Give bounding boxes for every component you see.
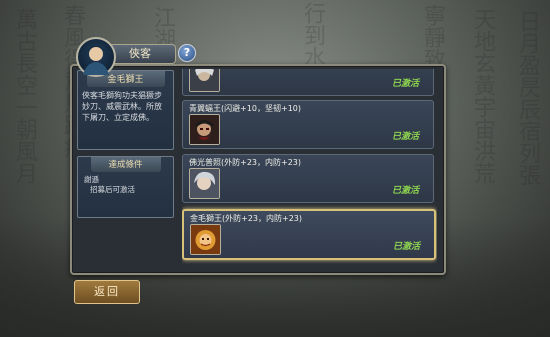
status-badge: 已激活 [391,186,419,196]
hero-face-icon [190,69,219,91]
hero-portrait-icon [83,46,109,75]
list-item[interactable]: 佛光普照(外防+23，内防+23) 已激活 [182,154,434,203]
bonus-label: 佛光普照(外防+23，内防+23) [189,158,302,167]
help-button[interactable]: ? [178,44,196,62]
status-badge: 已激活 [392,242,420,252]
status-badge: 已激活 [391,132,419,142]
hero-portrait [189,114,220,145]
hero-portrait [189,69,220,92]
condition-hero: 謝遜 [84,175,99,184]
conditions-box: 達成條件 謝遜 招募后可激活 [77,156,174,218]
bonus-label: 金毛獅王(外防+23，内防+23) [190,214,303,223]
list-item[interactable]: 已激活 [182,69,434,96]
hero-avatar [76,37,116,77]
collection-panel: 金毛獅王 俠客毛獅狗功夫猖獗步妙刀、威震武林。所放下屠刀、立定成佛。 達成條件 … [70,64,446,275]
title-box: 金毛獅王 俠客毛獅狗功夫猖獗步妙刀、威震武林。所放下屠刀、立定成佛。 [77,70,174,150]
bonus-list[interactable]: 已激活 青翼蝠王(闪避+10，坚韧+10) 已激活 佛光普照(外防+23，内防+… [182,69,437,269]
hero-face-icon [190,169,219,198]
hero-portrait [189,168,220,199]
status-badge: 已激活 [391,79,419,89]
list-item[interactable]: 青翼蝠王(闪避+10，坚韧+10) 已激活 [182,100,434,149]
back-button[interactable]: 返回 [74,280,140,304]
list-item[interactable]: 金毛獅王(外防+23，内防+23) 已激活 [182,209,436,260]
hero-face-icon [191,225,220,254]
set-description: 俠客毛獅狗功夫猖獗步妙刀、威震武林。所放下屠刀、立定成佛。 [82,91,162,122]
condition-requirement: 招募后可激活 [90,185,135,194]
conditions-title: 達成條件 [90,157,161,172]
hero-portrait [190,224,221,255]
bonus-label: 青翼蝠王(闪避+10，坚韧+10) [189,104,302,113]
hero-face-icon [190,115,219,144]
detail-column: 金毛獅王 俠客毛獅狗功夫猖獗步妙刀、威震武林。所放下屠刀、立定成佛。 達成條件 … [77,70,174,267]
conditions-text: 謝遜 招募后可激活 [78,172,173,198]
